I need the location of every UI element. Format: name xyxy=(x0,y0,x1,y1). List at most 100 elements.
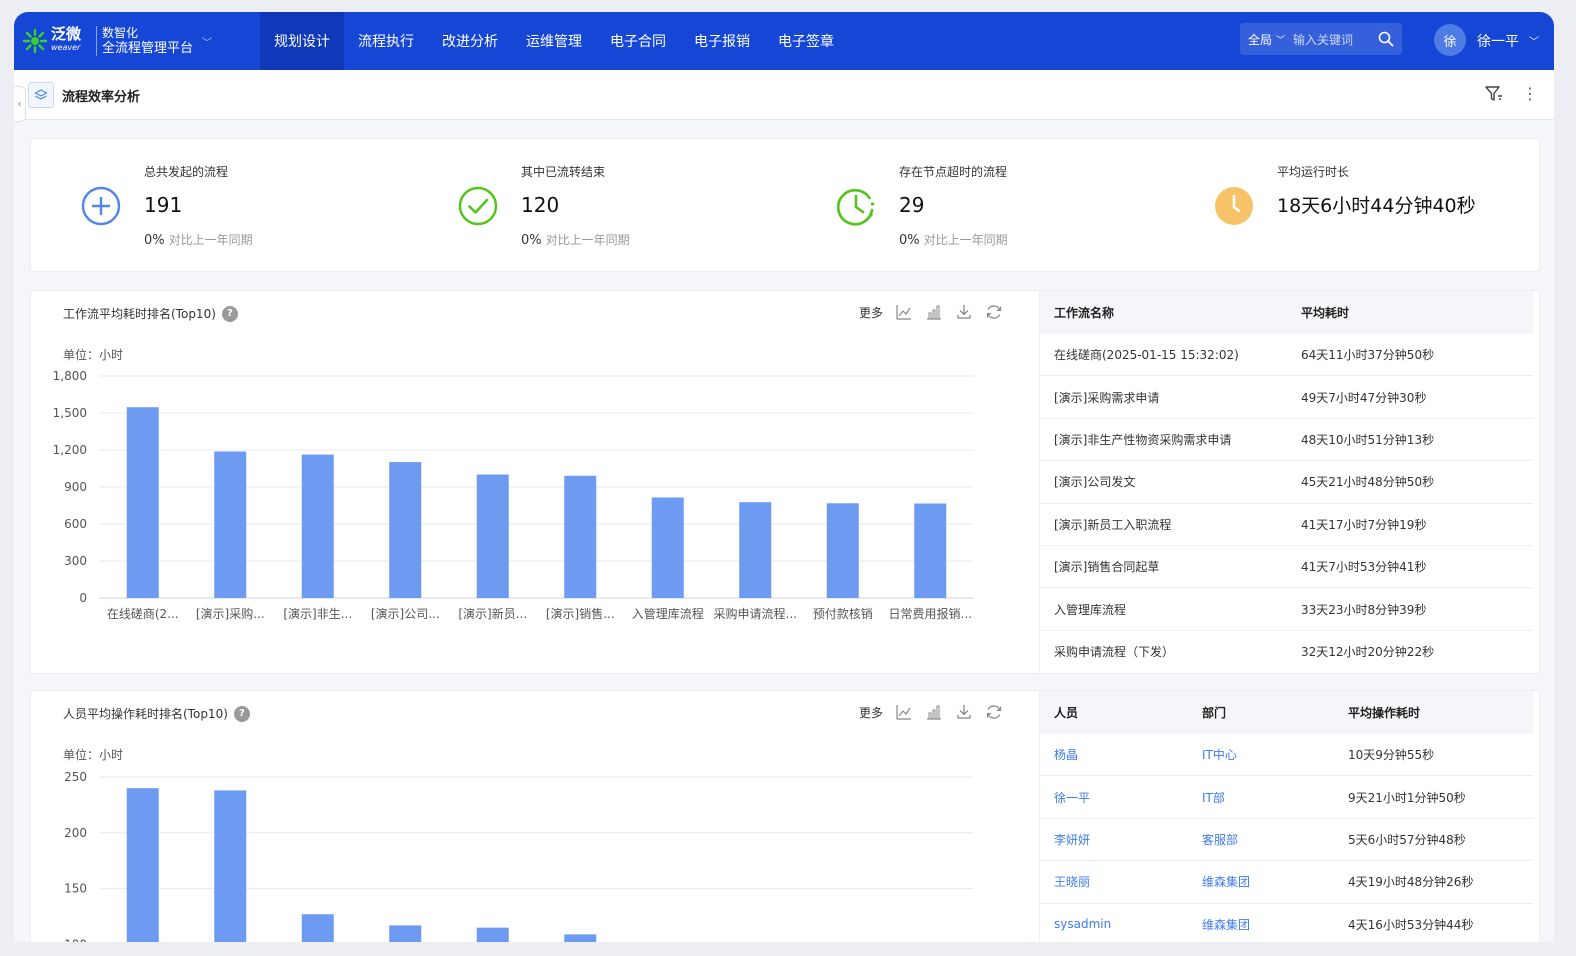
user-link[interactable]: 徐一平 xyxy=(1054,789,1202,806)
bar[interactable] xyxy=(739,502,772,598)
sidebar-collapse-button[interactable]: ‹ xyxy=(14,86,26,122)
table-row[interactable]: 在线磋商(2025-01-15 15:32:02) 64天11小时37分钟50秒 xyxy=(1040,334,1533,377)
duration-cell: 41天7小时53分钟41秒 xyxy=(1301,560,1427,575)
x-tick-label: [演示]采购... xyxy=(196,606,265,621)
platform-line2: 全流程管理平台 xyxy=(102,41,194,56)
main-nav: 规划设计 流程执行 改进分析 运维管理 电子合同 电子报销 电子签章 xyxy=(260,12,848,70)
bar[interactable] xyxy=(301,454,334,598)
duration-cell: 33天23小时8分钟39秒 xyxy=(1301,602,1427,617)
bar[interactable] xyxy=(476,927,509,942)
table-row[interactable]: 采购申请流程（下发） 32天12小时20分钟22秒 xyxy=(1040,631,1533,673)
y-tick-label: 100 xyxy=(64,937,87,942)
stat-pct: 0% xyxy=(144,233,165,248)
stat-node-timeout: 存在节点超时的流程 29 0% 对比上一年同期 xyxy=(786,139,1164,273)
platform-switcher[interactable]: 数智化 全流程管理平台 xyxy=(102,25,193,57)
stat-value: 191 xyxy=(144,193,183,217)
bar[interactable] xyxy=(914,503,947,598)
bar[interactable] xyxy=(564,475,597,598)
stat-pct: 0% xyxy=(521,233,542,248)
y-tick-label: 250 xyxy=(64,770,87,784)
stat-avg-duration: 平均运行时长 18天6小时44分钟40秒 xyxy=(1164,139,1540,273)
chevron-down-icon[interactable]: ﹀ xyxy=(1276,33,1285,46)
user-link[interactable]: 王晓丽 xyxy=(1054,873,1202,890)
duration-cell: 41天17小时7分钟19秒 xyxy=(1301,517,1427,532)
duration-cell: 10天9分钟55秒 xyxy=(1348,748,1435,763)
user-link[interactable]: 李妍妍 xyxy=(1054,831,1202,848)
duration-cell: 9天21小时1分钟50秒 xyxy=(1348,790,1466,805)
bar[interactable] xyxy=(301,914,334,942)
bar[interactable] xyxy=(389,925,422,942)
nav-item-e-signature[interactable]: 电子签章 xyxy=(764,12,848,70)
brand-logo[interactable]: 泛微 weaver xyxy=(22,24,96,58)
nav-item-planning[interactable]: 规划设计 xyxy=(260,12,344,70)
bar[interactable] xyxy=(564,934,597,942)
username[interactable]: 徐一平 xyxy=(1477,31,1519,51)
bar[interactable] xyxy=(651,497,684,598)
bar[interactable] xyxy=(126,788,159,942)
page-header: ‹ 流程效率分析 ⋮ xyxy=(14,70,1554,122)
check-circle-icon xyxy=(458,186,498,226)
stat-label: 其中已流转结束 xyxy=(521,165,606,179)
table-row: 李妍妍 客服部 5天6小时57分钟48秒 xyxy=(1040,819,1533,862)
table-row[interactable]: 入管理库流程 33天23小时8分钟39秒 xyxy=(1040,588,1533,631)
user-duration-table: 人员 部门 平均操作耗时 杨晶 IT中心 10天9分钟55秒 徐一平 IT部 9天21小… xyxy=(1039,691,1539,942)
x-tick-label: 预付款核销 xyxy=(813,607,873,621)
bar[interactable] xyxy=(126,407,159,598)
bar[interactable] xyxy=(214,790,247,942)
column-header: 平均操作耗时 xyxy=(1348,706,1421,720)
nav-item-analysis[interactable]: 改进分析 xyxy=(428,12,512,70)
stats-summary: 总共发起的流程 191 0% 对比上一年同期 其中已流转结束 120 0% 对比上一… xyxy=(30,138,1540,272)
y-tick-label: 900 xyxy=(64,480,87,494)
duration-cell: 4天19小时48分钟26秒 xyxy=(1348,875,1474,890)
table-row[interactable]: [演示]非生产性物资采购需求申请 48天10小时51分钟13秒 xyxy=(1040,419,1533,462)
table-row[interactable]: [演示]新员工入职流程 41天17小时7分钟19秒 xyxy=(1040,504,1533,546)
more-vertical-icon[interactable]: ⋮ xyxy=(1522,83,1538,105)
nav-item-e-expense[interactable]: 电子报销 xyxy=(680,12,764,70)
department-link[interactable]: 维森集团 xyxy=(1202,916,1348,933)
filter-icon[interactable] xyxy=(1484,84,1504,104)
table-row[interactable]: [演示]采购需求申请 49天7小时47分钟30秒 xyxy=(1040,376,1533,419)
department-link[interactable]: 客服部 xyxy=(1202,831,1348,848)
duration-cell: 45天21小时48分钟50秒 xyxy=(1301,475,1435,490)
workflow-duration-chart: 工作流平均耗时排名(Top10) ? 更多 单位：小时 0 300 600 900 1,… xyxy=(31,291,1039,673)
x-tick-label: 采购申请流程... xyxy=(714,606,797,621)
column-header: 人员 xyxy=(1054,706,1079,720)
nav-item-e-contract[interactable]: 电子合同 xyxy=(596,12,680,70)
stat-compare: 0% 对比上一年同期 xyxy=(521,231,630,248)
workflow-name-cell: 采购申请流程（下发） xyxy=(1054,645,1175,660)
platform-line1: 数智化 xyxy=(102,26,139,40)
global-search: 全局 ﹀ 输入关键词 xyxy=(1240,23,1402,55)
department-link[interactable]: 维森集团 xyxy=(1202,873,1348,890)
table-row: 王晓丽 维森集团 4天19小时48分钟26秒 xyxy=(1040,861,1533,904)
bar[interactable] xyxy=(214,451,247,598)
x-tick-label: [演示]销售... xyxy=(546,606,615,621)
workflow-name-cell: [演示]公司发文 xyxy=(1054,475,1136,490)
bar[interactable] xyxy=(826,503,859,598)
search-icon[interactable] xyxy=(1378,31,1394,47)
department-link[interactable]: IT部 xyxy=(1202,789,1348,806)
user-link[interactable]: sysadmin xyxy=(1054,917,1202,931)
avatar[interactable]: 徐 xyxy=(1434,24,1466,56)
nav-item-execution[interactable]: 流程执行 xyxy=(344,12,428,70)
table-row[interactable]: [演示]销售合同起草 41天7小时53分钟41秒 xyxy=(1040,546,1533,589)
stat-total-started: 总共发起的流程 191 0% 对比上一年同期 xyxy=(31,139,409,273)
department-link[interactable]: IT中心 xyxy=(1202,746,1348,763)
logo-divider xyxy=(96,26,97,56)
brand-name: 泛微 weaver xyxy=(51,27,81,55)
y-tick-label: 600 xyxy=(64,517,87,531)
workflow-name-cell: [演示]新员工入职流程 xyxy=(1054,517,1172,532)
table-row[interactable]: [演示]公司发文 45天21小时48分钟50秒 xyxy=(1040,461,1533,504)
search-scope-select[interactable]: 全局 xyxy=(1248,31,1272,48)
y-tick-label: 0 xyxy=(79,591,87,605)
duration-cell: 48天10小时51分钟13秒 xyxy=(1301,432,1435,447)
chevron-down-icon[interactable]: ﹀ xyxy=(202,34,212,49)
bar[interactable] xyxy=(389,462,422,598)
bar-chart-workflow: 0 300 600 900 1,200 1,500 1,800 在线磋商(2... [演示]采购… xyxy=(53,369,974,621)
brand-subtext: weaver xyxy=(51,43,81,52)
user-link[interactable]: 杨晶 xyxy=(1054,746,1202,763)
bar[interactable] xyxy=(476,474,509,598)
nav-item-operations[interactable]: 运维管理 xyxy=(512,12,596,70)
chevron-down-icon[interactable]: ﹀ xyxy=(1529,33,1539,48)
stat-label: 总共发起的流程 xyxy=(144,165,229,179)
search-input[interactable]: 输入关键词 xyxy=(1293,31,1378,48)
